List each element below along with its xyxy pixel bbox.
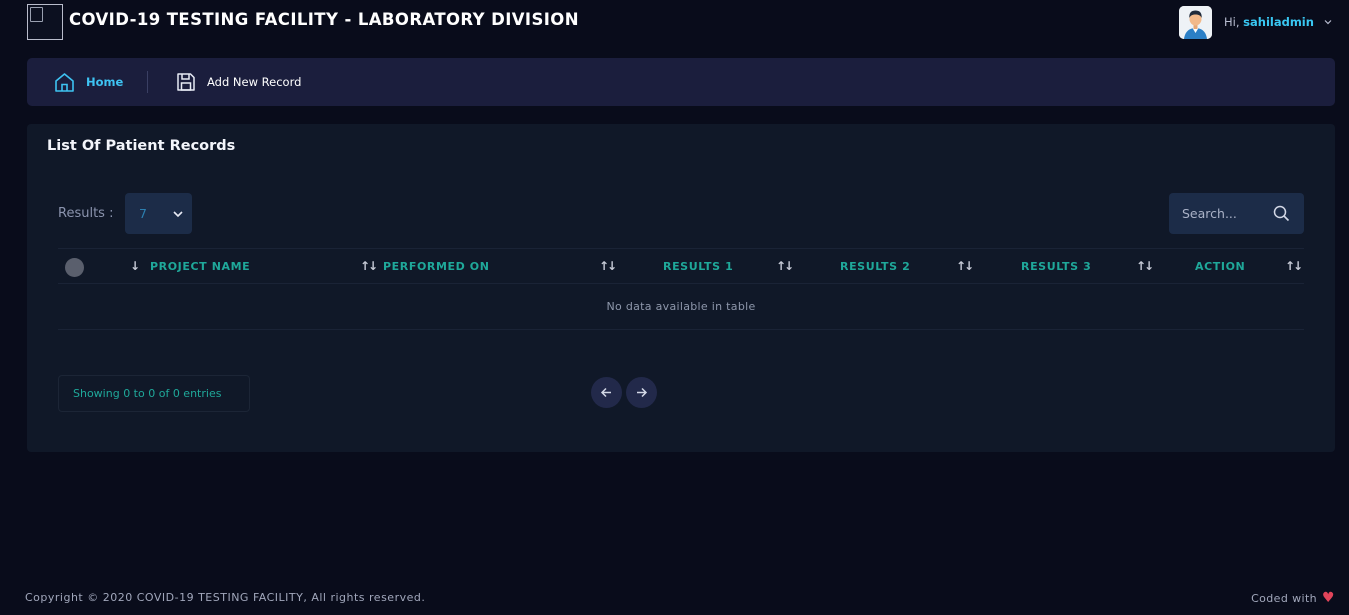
sort-icon[interactable]: ↓ [130,249,140,283]
arrow-left-icon [600,387,611,398]
sort-icon[interactable]: ↑↓ [360,249,378,283]
user-menu[interactable]: Hi, sahiladmin [1179,5,1333,39]
sort-icon[interactable]: ↑↓ [1285,249,1303,283]
card-title: List Of Patient Records [47,138,236,154]
nav-home-label: Home [86,75,124,89]
column-header-results-3[interactable]: RESULTS 3 [1021,249,1091,283]
coded-with-text: Coded with [1251,591,1318,605]
copyright-text: Copyright © 2020 COVID-19 TESTING FACILI… [25,591,426,604]
user-greeting[interactable]: Hi, sahiladmin [1224,15,1314,29]
column-header-project-name[interactable]: PROJECT NAME [150,249,250,283]
column-header-results-1[interactable]: RESULTS 1 [663,249,733,283]
username: sahiladmin [1243,15,1314,29]
results-label: Results : [58,206,114,221]
empty-table-message: No data available in table [58,284,1304,330]
table-info: Showing 0 to 0 of 0 entries [58,375,250,412]
app-title: COVID-19 TESTING FACILITY - LABORATORY D… [69,10,579,29]
search-icon[interactable] [1273,205,1290,222]
footer-credit: Coded with ♥ [1251,590,1335,606]
patient-records-card: List Of Patient Records Results : 7 ↓ PR… [27,124,1335,452]
column-header-performed-on[interactable]: PERFORMED ON [383,249,490,283]
nav-add-label: Add New Record [207,75,302,89]
column-header-results-2[interactable]: RESULTS 2 [840,249,910,283]
chevron-down-icon[interactable] [1323,17,1333,27]
search-box[interactable] [1169,193,1304,234]
table-header: ↓ PROJECT NAME ↑↓ PERFORMED ON ↑↓ RESULT… [58,248,1304,284]
nav-home[interactable]: Home [54,58,123,106]
previous-page-button[interactable] [591,377,622,408]
next-page-button[interactable] [626,377,657,408]
main-navbar: Home Add New Record [27,58,1335,106]
nav-add-new-record[interactable]: Add New Record [176,58,301,106]
results-per-page-value: 7 [139,206,147,221]
avatar[interactable] [1179,5,1212,39]
greeting-text: Hi, [1224,15,1240,29]
sort-icon[interactable]: ↑↓ [776,249,794,283]
chevron-down-icon [173,211,183,218]
sort-icon[interactable]: ↑↓ [599,249,617,283]
select-all-checkbox[interactable] [65,258,84,277]
column-header-action[interactable]: ACTION [1195,249,1245,283]
sort-icon[interactable]: ↑↓ [956,249,974,283]
broken-logo-image[interactable] [27,4,63,40]
top-bar: COVID-19 TESTING FACILITY - LABORATORY D… [0,0,1349,44]
results-per-page-select[interactable]: 7 [125,193,192,234]
search-input[interactable] [1169,193,1269,234]
save-icon [177,73,195,91]
home-icon [55,72,74,92]
sort-icon[interactable]: ↑↓ [1136,249,1154,283]
arrow-right-icon [637,387,648,398]
heart-icon: ♥ [1322,590,1335,606]
nav-divider [147,71,148,93]
